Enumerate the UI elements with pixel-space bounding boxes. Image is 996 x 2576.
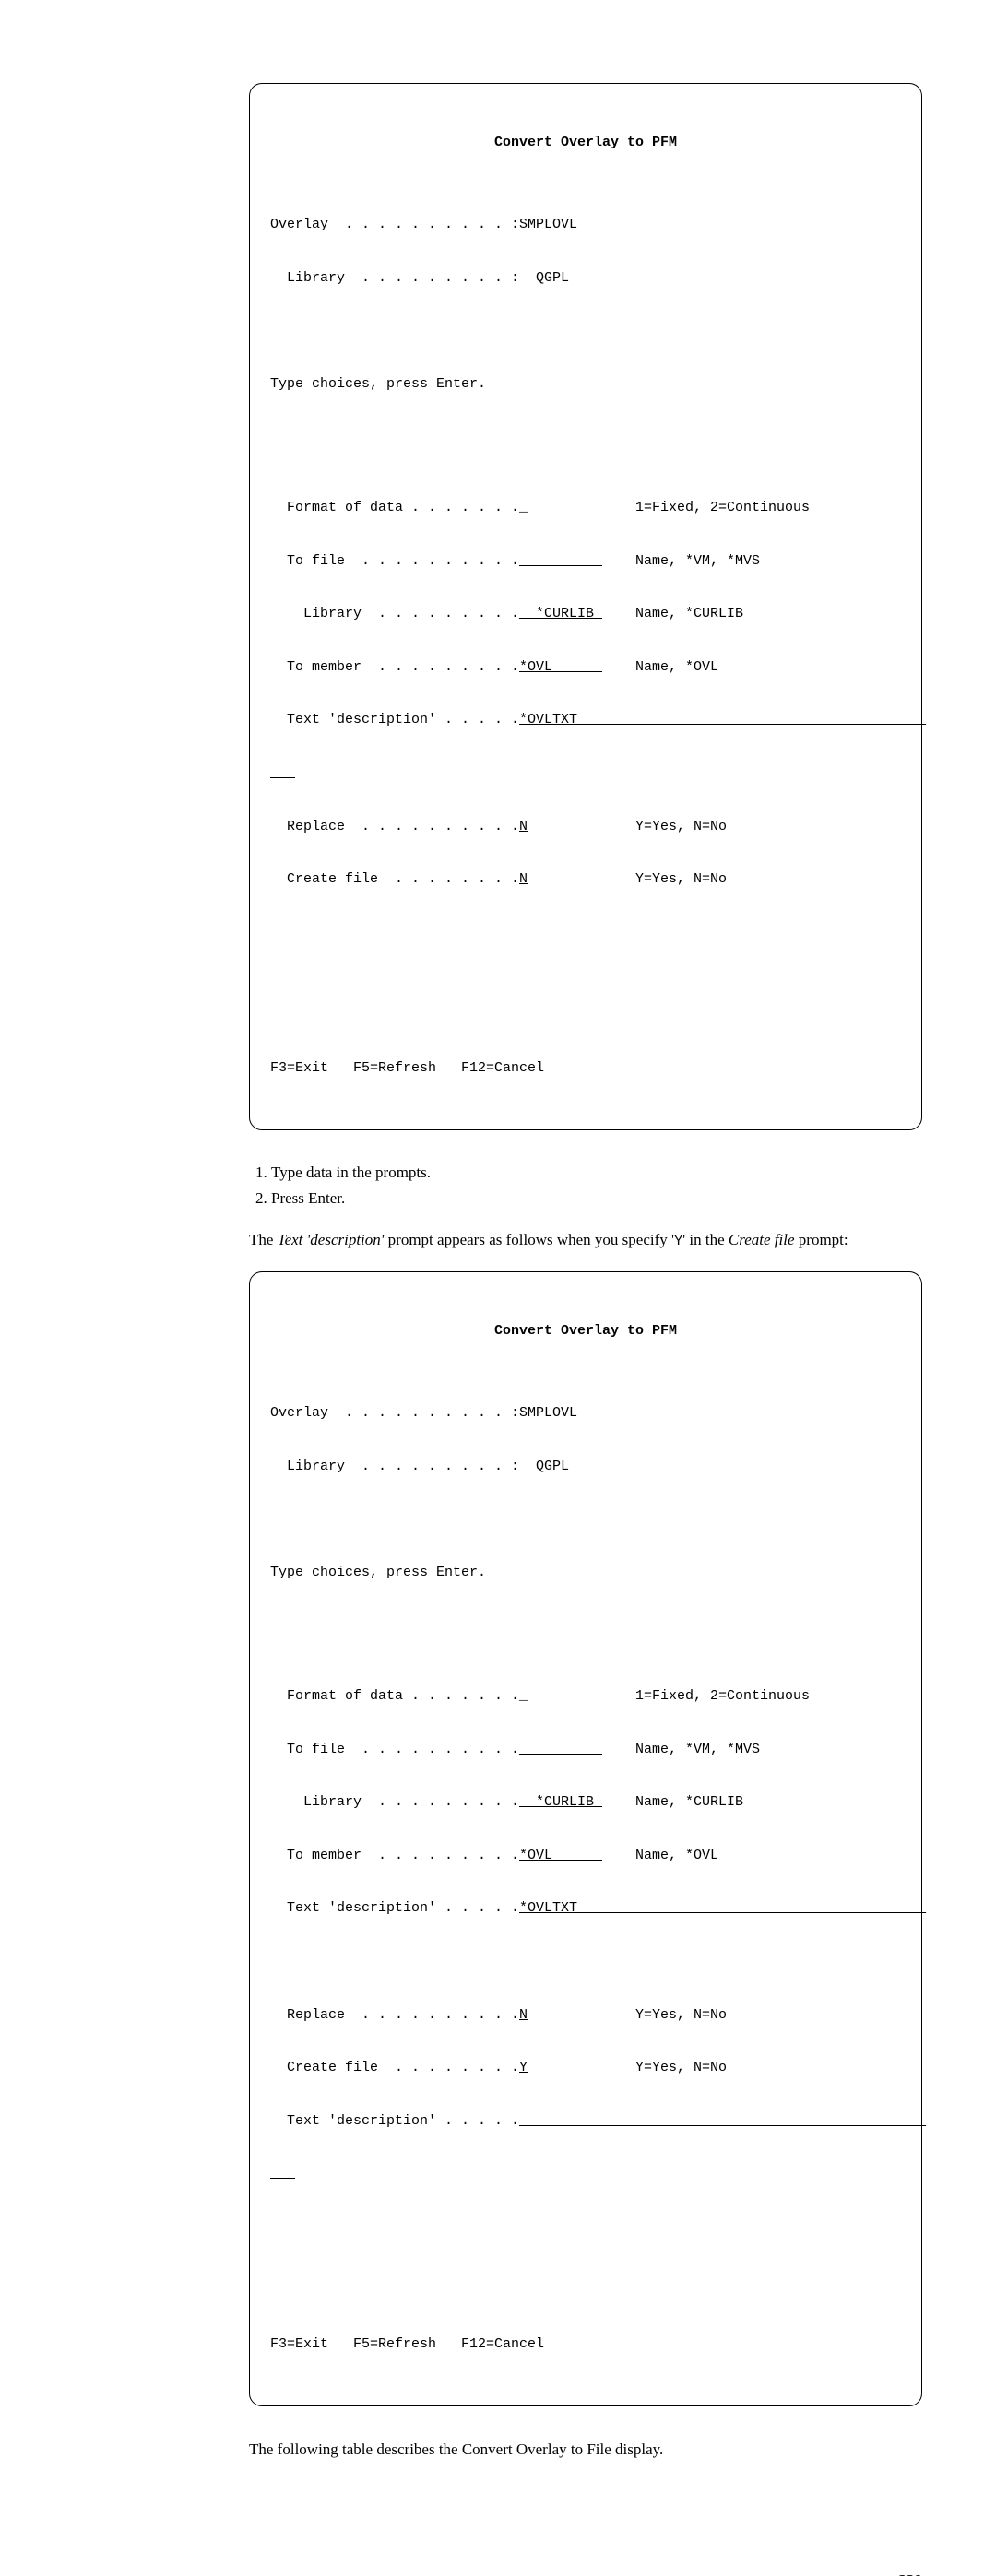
panel2-fkeys: F3=Exit F5=Refresh F12=Cancel — [270, 2335, 901, 2353]
tomem-input[interactable]: *OVL — [519, 1848, 602, 1863]
tofile-input[interactable] — [519, 1742, 602, 1757]
row-tofile-lib: Library . . . . . . . . . *CURLIB Name, … — [270, 605, 901, 622]
step-1: Type data in the prompts. — [271, 1164, 922, 1182]
replace-input[interactable]: N — [519, 819, 528, 834]
terminal-panel-2: Convert Overlay to PFM Overlay . . . . .… — [249, 1271, 922, 2406]
create-hint: Y=Yes, N=No — [635, 871, 727, 887]
tflib-input[interactable]: *CURLIB — [519, 1794, 602, 1810]
create-label: Create file . . . . . . . . — [270, 2059, 519, 2076]
library-label: Library . . . . . . . . . : — [270, 269, 519, 287]
row-create: Create file . . . . . . . .Y Y=Yes, N=No — [270, 2059, 901, 2076]
tflib-input[interactable]: *CURLIB — [519, 606, 602, 621]
format-label: Format of data . . . . . . . — [270, 499, 519, 516]
terminal-panel-1: Convert Overlay to PFM Overlay . . . . .… — [249, 83, 922, 1130]
format-hint: 1=Fixed, 2=Continuous — [635, 500, 810, 515]
row-tofile: To file . . . . . . . . . . Name, *VM, *… — [270, 552, 901, 570]
replace-hint: Y=Yes, N=No — [635, 2007, 727, 2023]
panel1-library-row: Library . . . . . . . . . : QGPL — [270, 269, 901, 287]
format-hint: 1=Fixed, 2=Continuous — [635, 1688, 810, 1704]
footer-chapter: Chapter 19. Work with Overlays Function — [654, 2574, 886, 2576]
trailing-paragraph: The following table describes the Conver… — [249, 2440, 922, 2461]
overlay-value: SMPLOVL — [519, 217, 577, 232]
overlay-label: Overlay . . . . . . . . . . : — [270, 216, 519, 233]
desc-input[interactable]: *OVLTXT — [519, 1900, 926, 1916]
panel1-fkeys: F3=Exit F5=Refresh F12=Cancel — [270, 1059, 901, 1077]
tomem-label: To member . . . . . . . . . — [270, 658, 519, 676]
tofile-label: To file . . . . . . . . . . — [270, 1741, 519, 1758]
tflib-label: Library . . . . . . . . . — [270, 605, 519, 622]
row-desc: Text 'description' . . . . .*OVLTXT — [270, 711, 901, 728]
panel2-title: Convert Overlay to PFM — [270, 1322, 901, 1340]
row-desc2-cont — [270, 2165, 901, 2182]
row-tofile-lib: Library . . . . . . . . . *CURLIB Name, … — [270, 1793, 901, 1811]
tofile-hint: Name, *VM, *MVS — [635, 553, 760, 569]
tomem-input[interactable]: *OVL — [519, 659, 602, 675]
library-value: QGPL — [519, 1459, 569, 1474]
row-replace: Replace . . . . . . . . . .N Y=Yes, N=No — [270, 818, 901, 835]
row-desc2: Text 'description' . . . . . — [270, 2112, 901, 2130]
format-input[interactable]: _ — [519, 500, 528, 515]
create-input[interactable]: Y — [519, 2060, 528, 2075]
tofile-input[interactable] — [519, 553, 602, 569]
desc-label: Text 'description' . . . . . — [270, 711, 519, 728]
create-label: Create file . . . . . . . . — [270, 870, 519, 888]
row-tomember: To member . . . . . . . . .*OVL Name, *O… — [270, 658, 901, 676]
desc-label: Text 'description' . . . . . — [270, 1899, 519, 1917]
create-input[interactable]: N — [519, 871, 528, 887]
panel2-overlay-row: Overlay . . . . . . . . . . :SMPLOVL — [270, 1404, 901, 1422]
row-create: Create file . . . . . . . .N Y=Yes, N=No — [270, 870, 901, 888]
create-hint: Y=Yes, N=No — [635, 2060, 727, 2075]
steps-list: Type data in the prompts. Press Enter. — [249, 1164, 922, 1208]
step-2: Press Enter. — [271, 1189, 922, 1208]
replace-input[interactable]: N — [519, 2007, 528, 2023]
replace-hint: Y=Yes, N=No — [635, 819, 727, 834]
tomem-hint: Name, *OVL — [635, 659, 718, 675]
tomem-hint: Name, *OVL — [635, 1848, 718, 1863]
tflib-hint: Name, *CURLIB — [635, 1794, 743, 1810]
format-label: Format of data . . . . . . . — [270, 1687, 519, 1705]
replace-label: Replace . . . . . . . . . . — [270, 2006, 519, 2024]
tomem-label: To member . . . . . . . . . — [270, 1847, 519, 1864]
tofile-label: To file . . . . . . . . . . — [270, 552, 519, 570]
row-replace: Replace . . . . . . . . . .N Y=Yes, N=No — [270, 2006, 901, 2024]
mid-paragraph: The Text 'description' prompt appears as… — [249, 1230, 922, 1251]
row-desc: Text 'description' . . . . .*OVLTXT — [270, 1899, 901, 1917]
row-tomember: To member . . . . . . . . .*OVL Name, *O… — [270, 1847, 901, 1864]
format-input[interactable]: _ — [519, 1688, 528, 1704]
row-tofile: To file . . . . . . . . . . Name, *VM, *… — [270, 1741, 901, 1758]
tofile-hint: Name, *VM, *MVS — [635, 1742, 760, 1757]
page-footer: Chapter 19. Work with Overlays Function … — [249, 2571, 922, 2576]
tflib-label: Library . . . . . . . . . — [270, 1793, 519, 1811]
desc-input-cont[interactable] — [270, 765, 295, 781]
desc2-input[interactable] — [519, 2113, 926, 2129]
tflib-hint: Name, *CURLIB — [635, 606, 743, 621]
desc2-input-cont[interactable] — [270, 2166, 295, 2181]
desc-input[interactable]: *OVLTXT — [519, 712, 926, 727]
overlay-label: Overlay . . . . . . . . . . : — [270, 1404, 519, 1422]
panel1-title: Convert Overlay to PFM — [270, 134, 901, 151]
desc2-label: Text 'description' . . . . . — [270, 2112, 519, 2130]
panel2-instruction: Type choices, press Enter. — [270, 1564, 901, 1581]
panel1-overlay-row: Overlay . . . . . . . . . . :SMPLOVL — [270, 216, 901, 233]
panel1-instruction: Type choices, press Enter. — [270, 375, 901, 393]
replace-label: Replace . . . . . . . . . . — [270, 818, 519, 835]
row-desc-cont — [270, 764, 901, 782]
row-format: Format of data . . . . . . ._ 1=Fixed, 2=… — [270, 499, 901, 516]
library-label: Library . . . . . . . . . : — [270, 1458, 519, 1475]
row-format: Format of data . . . . . . ._ 1=Fixed, 2=… — [270, 1687, 901, 1705]
library-value: QGPL — [519, 270, 569, 286]
overlay-value: SMPLOVL — [519, 1405, 577, 1421]
footer-page-number: 339 — [899, 2571, 923, 2576]
panel2-library-row: Library . . . . . . . . . : QGPL — [270, 1458, 901, 1475]
